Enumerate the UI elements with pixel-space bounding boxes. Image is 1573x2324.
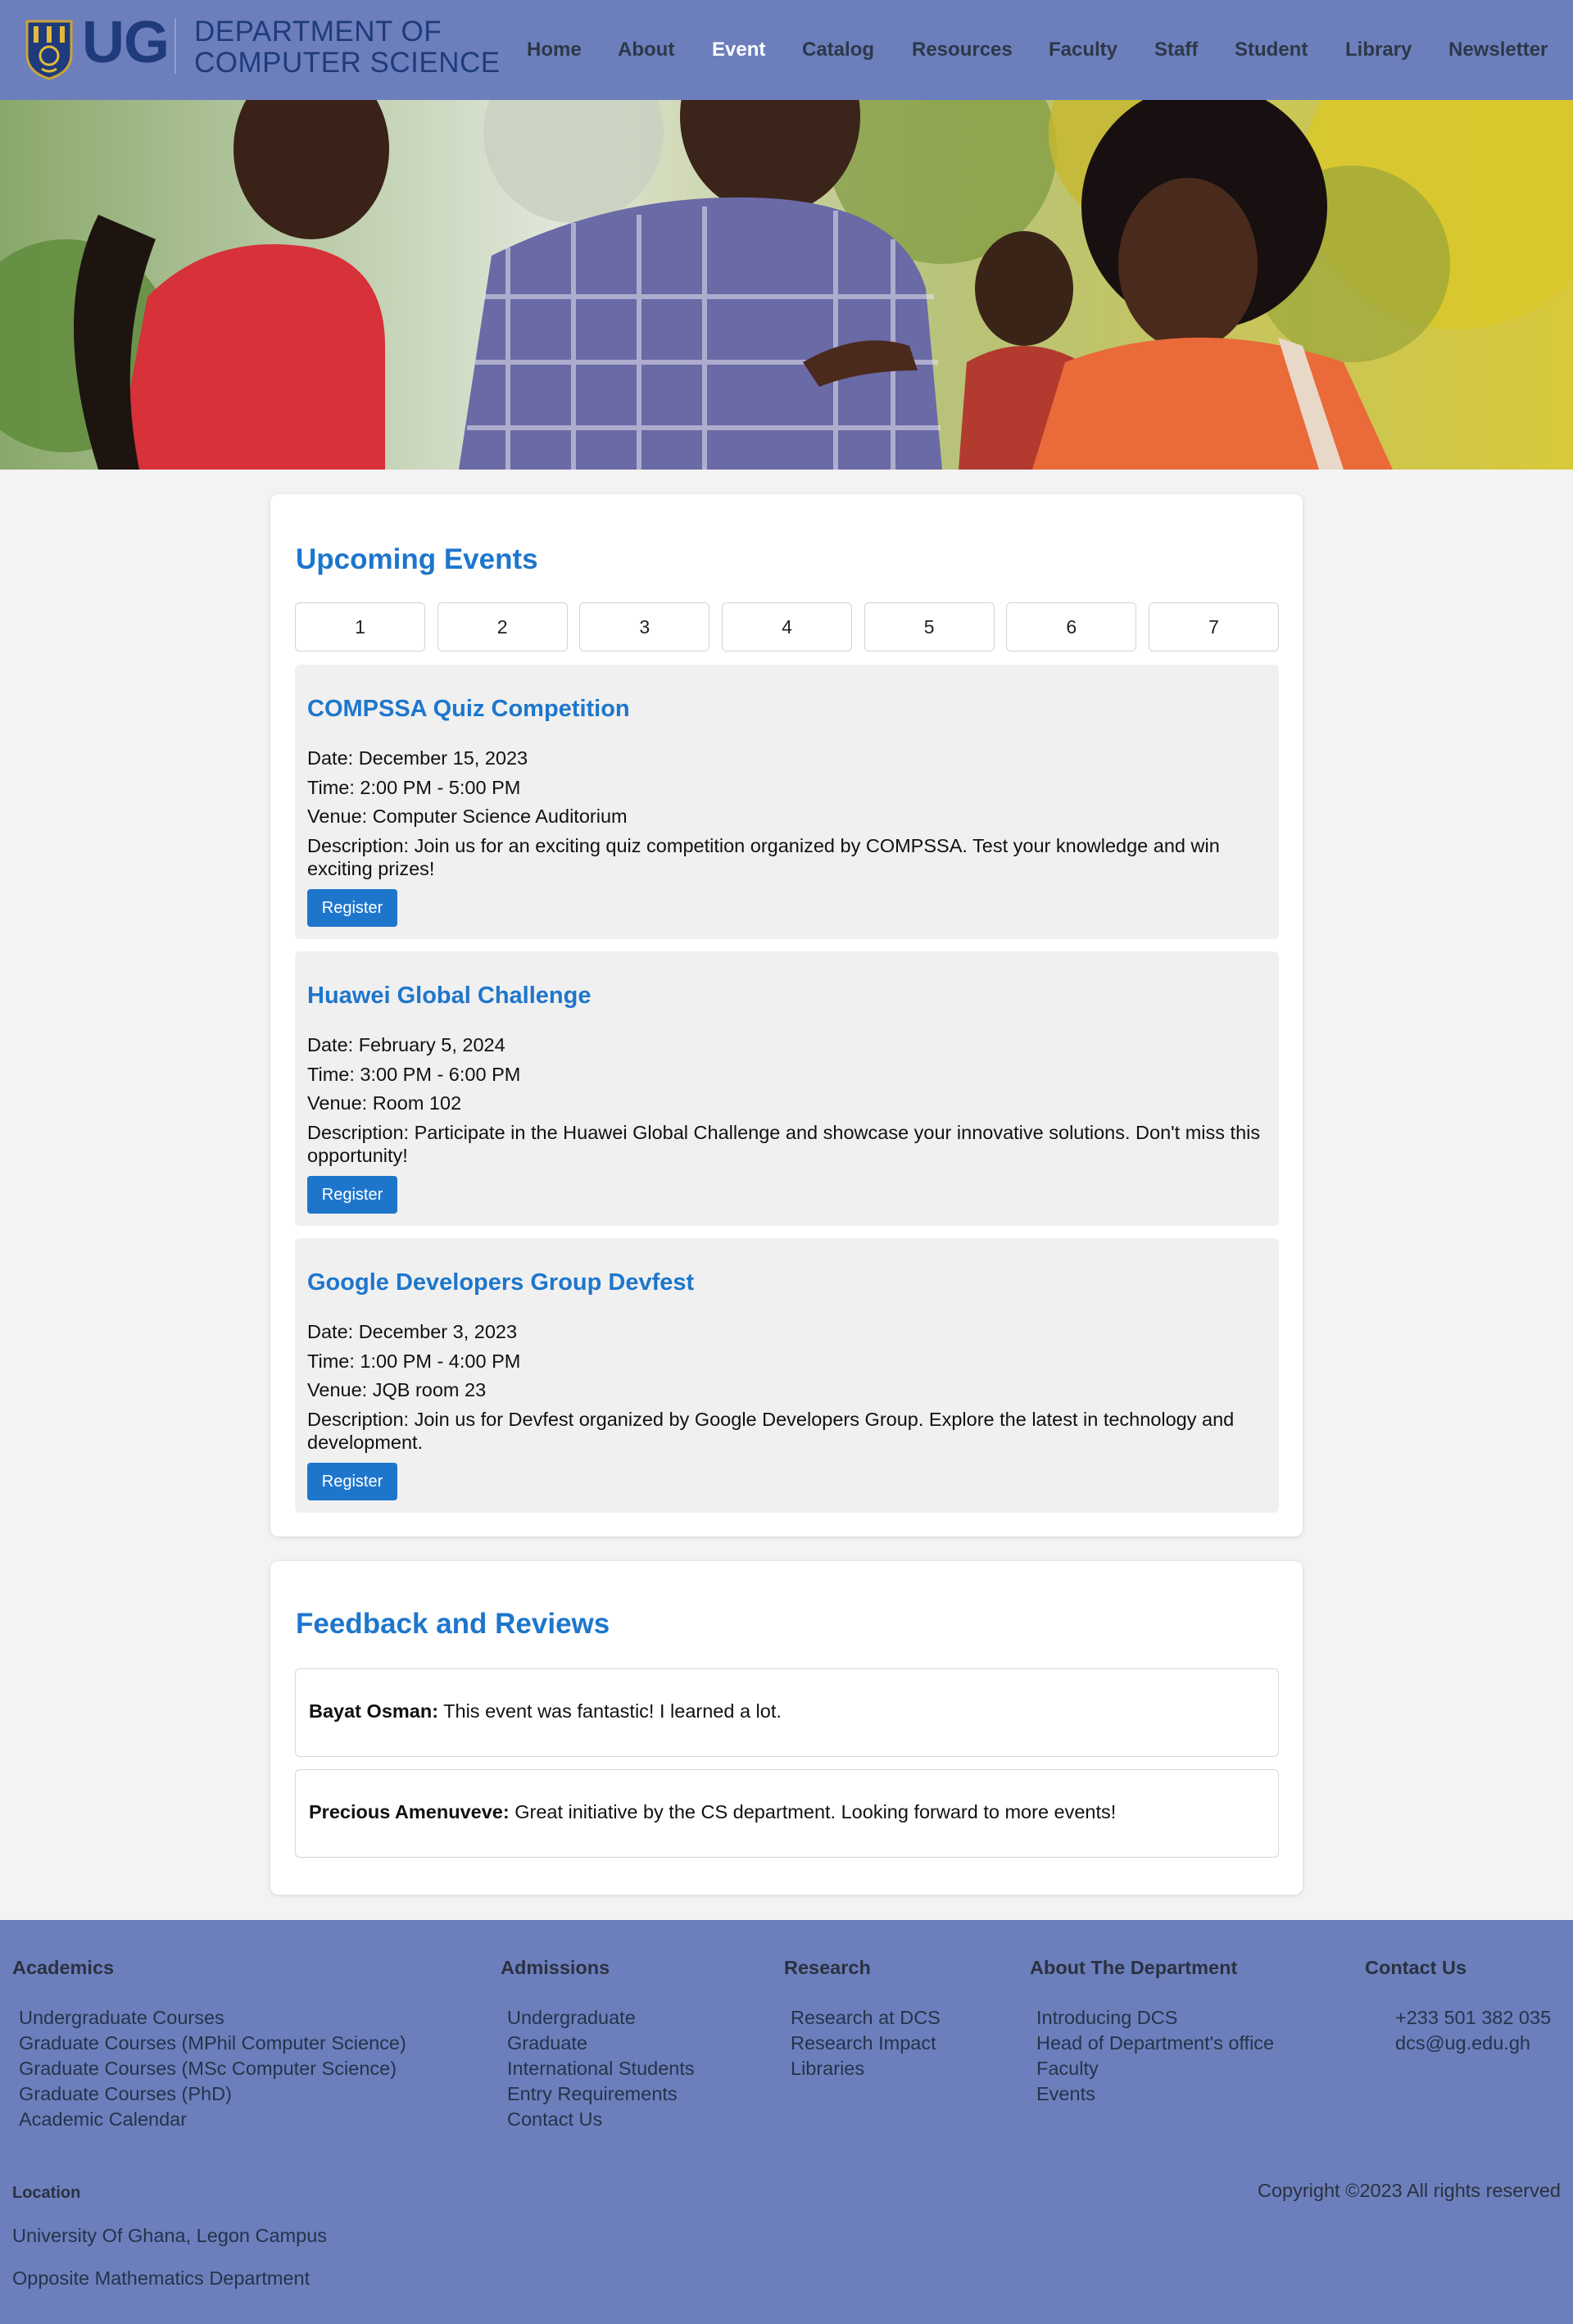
footer-contact: Contact Us +233 501 382 035 dcs@ug.edu.g… <box>1365 1957 1551 2056</box>
event-title[interactable]: Google Developers Group Devfest <box>307 1269 694 1296</box>
event-time: Time: 3:00 PM - 6:00 PM <box>307 1064 521 1085</box>
nav-about[interactable]: About <box>618 39 674 61</box>
upcoming-events-title: Upcoming Events <box>296 543 538 575</box>
logo-ug-text[interactable]: UG <box>82 10 170 75</box>
footer-link[interactable]: Graduate Courses (MPhil Computer Science… <box>12 2031 406 2056</box>
register-button[interactable]: Register <box>307 1463 397 1500</box>
review-text: Precious Amenuveve: Great initiative by … <box>309 1801 1116 1823</box>
event-tab-3[interactable]: 3 <box>579 602 710 651</box>
event-tab-4[interactable]: 4 <box>722 602 852 651</box>
event-date: Date: February 5, 2024 <box>307 1034 505 1055</box>
register-button[interactable]: Register <box>307 1176 397 1214</box>
event-date: Date: December 15, 2023 <box>307 747 528 769</box>
nav-event[interactable]: Event <box>712 39 765 61</box>
footer-phone[interactable]: +233 501 382 035 <box>1365 2005 1551 2031</box>
footer-link[interactable]: Entry Requirements <box>501 2081 695 2107</box>
footer-link[interactable]: Contact Us <box>501 2107 695 2132</box>
event-title[interactable]: COMPSSA Quiz Competition <box>307 696 630 723</box>
footer-heading: About The Department <box>1030 1957 1238 1978</box>
reviewer-name: Precious Amenuveve: <box>309 1801 510 1822</box>
event-item: Google Developers Group Devfest Date: De… <box>295 1238 1279 1513</box>
footer-link[interactable]: Research Impact <box>784 2031 941 2056</box>
footer-link[interactable]: International Students <box>501 2056 695 2081</box>
feedback-card: Feedback and Reviews Bayat Osman: This e… <box>270 1561 1303 1895</box>
review-body: Great initiative by the CS department. L… <box>515 1801 1117 1822</box>
event-time: Time: 2:00 PM - 5:00 PM <box>307 777 521 798</box>
event-tabs: 1 2 3 4 5 6 7 <box>295 602 1279 651</box>
university-crest-icon[interactable] <box>24 18 75 80</box>
footer-link[interactable]: Libraries <box>784 2056 941 2081</box>
hero-image <box>0 100 1573 470</box>
footer-heading: Contact Us <box>1365 1957 1467 1978</box>
event-item: Huawei Global Challenge Date: February 5… <box>295 951 1279 1226</box>
event-tab-5[interactable]: 5 <box>864 602 995 651</box>
department-name: DEPARTMENT OF COMPUTER SCIENCE <box>194 16 501 79</box>
nav-faculty[interactable]: Faculty <box>1049 39 1117 61</box>
footer-about: About The Department Introducing DCS Hea… <box>1030 1957 1274 2107</box>
event-tab-6[interactable]: 6 <box>1006 602 1137 651</box>
event-venue: Venue: Room 102 <box>307 1092 462 1114</box>
footer-link[interactable]: Faculty <box>1030 2056 1274 2081</box>
location-heading: Location <box>12 2184 81 2202</box>
nav-catalog[interactable]: Catalog <box>802 39 874 61</box>
nav-newsletter[interactable]: Newsletter <box>1448 39 1548 61</box>
footer-link[interactable]: Graduate Courses (MSc Computer Science) <box>12 2056 406 2081</box>
footer-research: Research Research at DCS Research Impact… <box>784 1957 941 2081</box>
nav-resources[interactable]: Resources <box>912 39 1013 61</box>
footer-heading: Admissions <box>501 1957 610 1978</box>
nav-library[interactable]: Library <box>1345 39 1412 61</box>
event-venue: Venue: JQB room 23 <box>307 1379 487 1400</box>
footer-link[interactable]: Events <box>1030 2081 1274 2107</box>
event-description: Description: Join us for Devfest organiz… <box>307 1409 1235 1453</box>
nav-student[interactable]: Student <box>1235 39 1308 61</box>
event-description: Description: Join us for an exciting qui… <box>307 835 1220 879</box>
event-tab-2[interactable]: 2 <box>437 602 568 651</box>
reviewer-name: Bayat Osman: <box>309 1700 439 1722</box>
footer-link[interactable]: Undergraduate <box>501 2005 695 2031</box>
footer-link[interactable]: Academic Calendar <box>12 2107 406 2132</box>
location-line: University Of Ghana, Legon Campus <box>12 2225 328 2246</box>
upcoming-events-card: Upcoming Events 1 2 3 4 5 6 7 COMPSSA Qu… <box>270 494 1303 1536</box>
footer-link[interactable]: Undergraduate Courses <box>12 2005 406 2031</box>
copyright-text: Copyright ©2023 All rights reserved <box>1258 2180 1561 2201</box>
site-footer: Academics Undergraduate Courses Graduate… <box>0 1920 1573 2324</box>
footer-admissions: Admissions Undergraduate Graduate Intern… <box>501 1957 695 2132</box>
event-tab-1[interactable]: 1 <box>295 602 425 651</box>
event-tab-7[interactable]: 7 <box>1149 602 1279 651</box>
event-date: Date: December 3, 2023 <box>307 1321 518 1342</box>
footer-link[interactable]: Introducing DCS <box>1030 2005 1274 2031</box>
hero-students-photo <box>0 100 1573 470</box>
review-item: Precious Amenuveve: Great initiative by … <box>295 1769 1279 1858</box>
event-description: Description: Participate in the Huawei G… <box>307 1122 1261 1166</box>
location-line: Opposite Mathematics Department <box>12 2267 311 2289</box>
footer-link[interactable]: Research at DCS <box>784 2005 941 2031</box>
event-title[interactable]: Huawei Global Challenge <box>307 983 591 1010</box>
footer-heading: Academics <box>12 1957 115 1978</box>
feedback-title: Feedback and Reviews <box>296 1608 610 1640</box>
event-time: Time: 1:00 PM - 4:00 PM <box>307 1350 521 1372</box>
footer-email[interactable]: dcs@ug.edu.gh <box>1365 2031 1551 2056</box>
review-item: Bayat Osman: This event was fantastic! I… <box>295 1668 1279 1757</box>
nav-staff[interactable]: Staff <box>1154 39 1198 61</box>
nav-home[interactable]: Home <box>527 39 582 61</box>
register-button[interactable]: Register <box>307 889 397 927</box>
footer-link[interactable]: Graduate Courses (PhD) <box>12 2081 406 2107</box>
event-venue: Venue: Computer Science Auditorium <box>307 806 628 827</box>
logo-divider <box>175 18 176 74</box>
footer-heading: Research <box>784 1957 871 1978</box>
event-item: COMPSSA Quiz Competition Date: December … <box>295 665 1279 939</box>
footer-link[interactable]: Graduate <box>501 2031 695 2056</box>
review-body: This event was fantastic! I learned a lo… <box>443 1700 782 1722</box>
footer-link[interactable]: Head of Department's office <box>1030 2031 1274 2056</box>
review-text: Bayat Osman: This event was fantastic! I… <box>309 1700 782 1723</box>
site-header: UG DEPARTMENT OF COMPUTER SCIENCE Home A… <box>0 0 1573 100</box>
dept-line-2: COMPUTER SCIENCE <box>194 47 501 79</box>
footer-academics: Academics Undergraduate Courses Graduate… <box>12 1957 406 2132</box>
dept-line-1: DEPARTMENT OF <box>194 16 442 48</box>
